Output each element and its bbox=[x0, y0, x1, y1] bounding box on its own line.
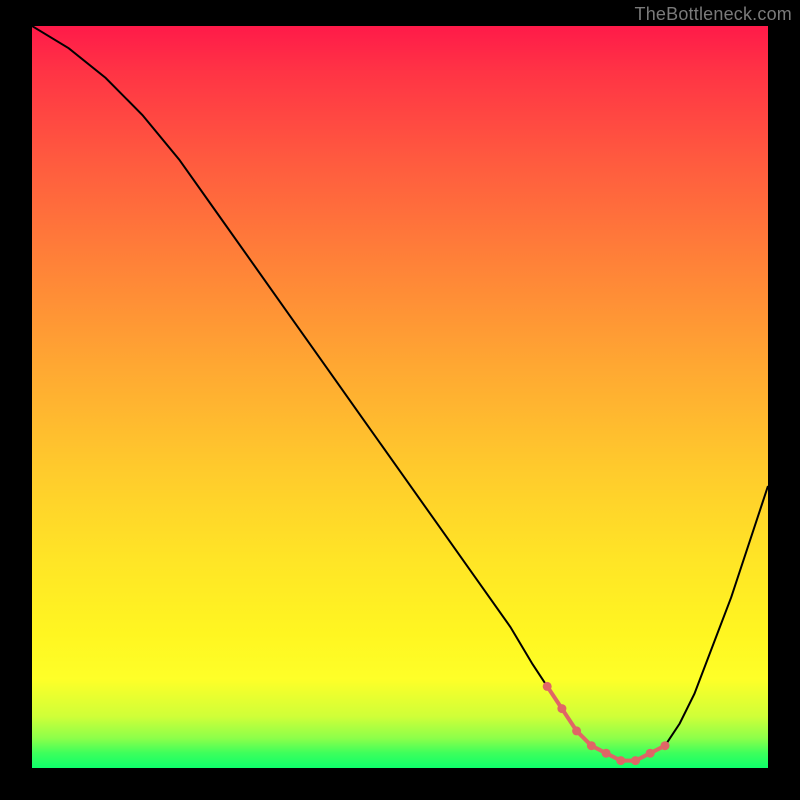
optimal-marker bbox=[646, 749, 655, 758]
optimal-marker bbox=[587, 741, 596, 750]
optimal-marker bbox=[616, 756, 625, 765]
optimal-marker bbox=[557, 704, 566, 713]
optimal-marker bbox=[602, 749, 611, 758]
watermark-text: TheBottleneck.com bbox=[635, 4, 792, 25]
optimal-marker bbox=[661, 741, 670, 750]
chart-area bbox=[32, 26, 768, 768]
optimal-marker bbox=[631, 756, 640, 765]
optimal-marker bbox=[572, 726, 581, 735]
chart-svg bbox=[32, 26, 768, 768]
optimal-marker bbox=[543, 682, 552, 691]
bottleneck-curve-line bbox=[32, 26, 768, 761]
optimal-range-markers bbox=[543, 682, 670, 765]
